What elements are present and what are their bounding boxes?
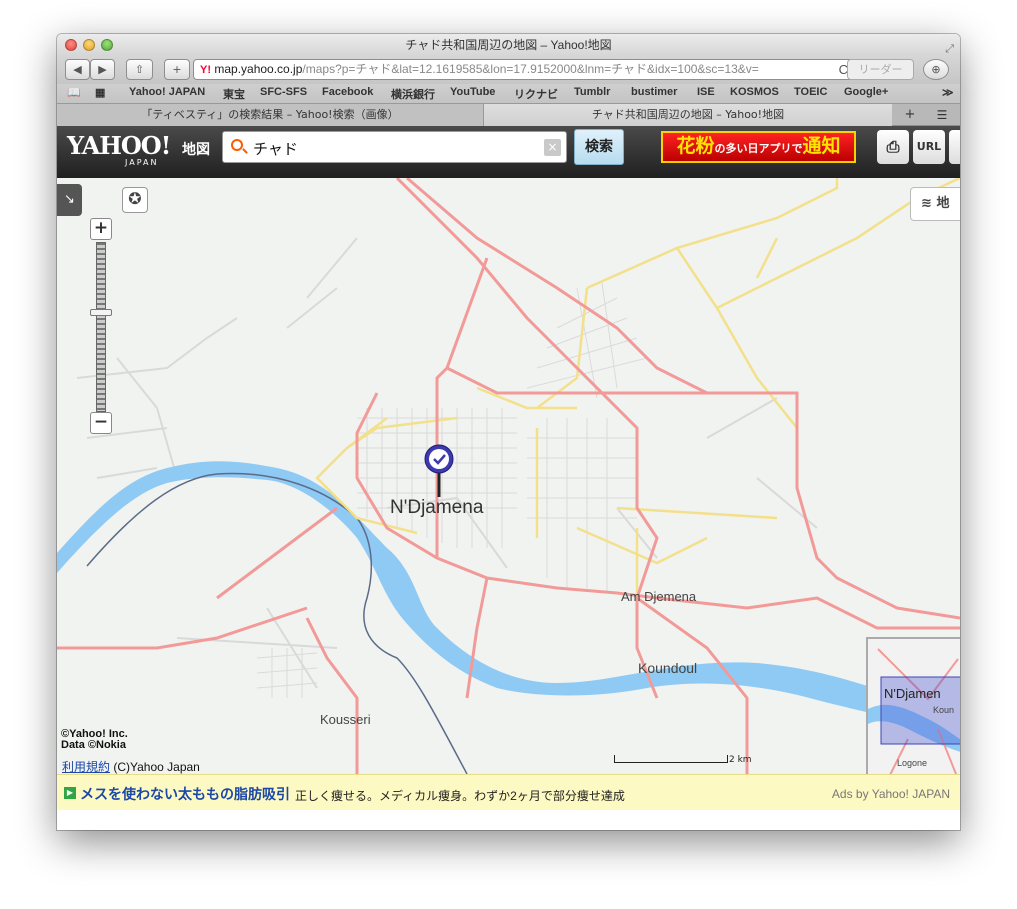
terms-rest: (C)Yahoo Japan <box>110 760 200 774</box>
window-controls <box>65 39 113 51</box>
new-tab-button[interactable]: + <box>164 59 190 80</box>
map-label-am-djemena: Am Djemena <box>621 589 697 604</box>
ad-bar: ▶ メスを使わない太ももの脂肪吸引 正しく痩せる。メディカル痩身。わずか2ヶ月で… <box>57 774 960 810</box>
tab-overview-icon[interactable]: ☰ <box>927 104 957 126</box>
map-graphics <box>57 178 960 774</box>
browser-window: チャド共和国周辺の地図 – Yahoo!地図 ⤢ ◀ ▶ ⇧ + Y! map.… <box>57 34 960 830</box>
ad-banner-main: 花粉 <box>676 135 715 157</box>
bookmark-item[interactable]: ISE <box>697 86 715 98</box>
site-favicon-icon: Y! <box>200 64 211 76</box>
ad-banner-small: の多い日アプリで <box>714 142 803 155</box>
scale-label: 2 km <box>729 755 752 765</box>
ad-banner-end: 通知 <box>802 135 841 157</box>
ad-description: 正しく痩せる。メディカル痩身。わずか2ヶ月で部分痩せ達成 <box>295 789 625 803</box>
search-icon <box>231 139 243 151</box>
bookmark-item[interactable]: KOSMOS <box>730 86 779 98</box>
more-button[interactable] <box>949 130 960 164</box>
close-window-button[interactable] <box>65 39 77 51</box>
bookmark-item[interactable]: Tumblr <box>574 86 610 98</box>
zoom-slider-knob[interactable] <box>90 308 112 316</box>
tab-bar: 「ティベスティ」の検索結果 – Yahoo!検索（画像） チャド共和国周辺の地図… <box>57 103 960 126</box>
ad-link[interactable]: メスを使わない太ももの脂肪吸引 <box>80 784 290 804</box>
minimap-label-logone: Logone <box>897 758 928 768</box>
yahoo-map-header: YAHOO! JAPAN 地図 チャド × 検索 花粉の多い日アプリで通知 ⎙ … <box>57 126 960 178</box>
bookmark-item[interactable]: 横浜銀行 <box>391 86 435 102</box>
share-button[interactable]: ⇧ <box>126 59 153 80</box>
map-copyright: ©Yahoo! Inc. Data ©Nokia <box>61 729 128 751</box>
browser-toolbar: ◀ ▶ ⇧ + Y! map.yahoo.co.jp/maps?p=チャド&la… <box>57 56 960 84</box>
bookmark-item[interactable]: TOEIC <box>794 86 827 98</box>
title-bar: チャド共和国周辺の地図 – Yahoo!地図 ⤢ <box>57 34 960 56</box>
reader-button[interactable]: リーダー <box>847 59 914 80</box>
overview-minimap[interactable]: N'Djamen Koun Logone <box>866 637 960 774</box>
layer-label: 地 <box>936 196 950 211</box>
bookmark-item[interactable]: bustimer <box>631 86 677 98</box>
url-path: /maps?p=チャド&lat=12.1619585&lon=17.915200… <box>302 62 759 76</box>
search-input[interactable]: チャド × <box>222 131 567 163</box>
downloads-button[interactable]: ⊕ <box>923 59 949 80</box>
ads-by-label[interactable]: Ads by Yahoo! JAPAN <box>832 787 950 801</box>
bookmark-item[interactable]: YouTube <box>450 86 495 98</box>
bookmark-item[interactable]: Yahoo! JAPAN <box>129 86 205 98</box>
terms-link[interactable]: 利用規約 <box>62 760 110 774</box>
terms-line: 利用規約 (C)Yahoo Japan <box>62 758 200 774</box>
yahoo-logo[interactable]: YAHOO! <box>67 134 171 158</box>
search-button[interactable]: 検索 <box>574 129 624 165</box>
bookmark-item[interactable]: リクナビ <box>514 86 558 102</box>
map-canvas[interactable]: N'Djamena Am Djemena Koundoul Kousseri ↘… <box>57 178 960 774</box>
river <box>57 461 960 728</box>
minimap-label-koun: Koun <box>933 705 955 715</box>
new-tab-plus-icon[interactable]: + <box>895 104 925 126</box>
zoom-slider-track[interactable] <box>96 242 106 412</box>
forward-button[interactable]: ▶ <box>90 59 115 80</box>
tab-image-search[interactable]: 「ティベスティ」の検索結果 – Yahoo!検索（画像） <box>57 104 484 126</box>
zoom-control: + − <box>88 218 114 436</box>
header-ad-banner[interactable]: 花粉の多い日アプリで通知 <box>661 131 856 163</box>
bookmark-item[interactable]: Facebook <box>322 86 373 98</box>
back-button[interactable]: ◀ <box>65 59 90 80</box>
ad-arrow-icon: ▶ <box>64 787 76 799</box>
window-title: チャド共和国周辺の地図 – Yahoo!地図 <box>405 38 612 52</box>
location-marker-icon <box>424 444 454 497</box>
bookmarks-overflow-icon[interactable]: ≫ <box>942 86 954 99</box>
map-label-ndjamena: N'Djamena <box>390 497 484 518</box>
zoom-in-button[interactable]: + <box>90 218 112 240</box>
service-label: 地図 <box>182 142 210 158</box>
bookmark-item[interactable]: Google+ <box>844 86 888 98</box>
clear-search-button[interactable]: × <box>544 139 561 156</box>
map-label-koundoul: Koundoul <box>638 660 698 676</box>
zoom-out-button[interactable]: − <box>90 412 112 434</box>
yahoo-logo-sub: JAPAN <box>125 158 159 167</box>
address-bar[interactable]: Y! map.yahoo.co.jp/maps?p=チャド&lat=12.161… <box>193 59 855 80</box>
layers-icon: ≋ <box>921 196 932 211</box>
bookmark-item[interactable]: 東宝 <box>223 86 245 102</box>
minor-roads-yellow <box>315 178 960 593</box>
url-button[interactable]: URL <box>913 130 945 164</box>
collapse-panel-icon[interactable]: ↘ <box>57 184 82 216</box>
compass-icon[interactable]: ✪ <box>122 187 148 213</box>
search-value: チャド <box>253 140 298 158</box>
bookmark-item[interactable]: SFC-SFS <box>260 86 307 98</box>
minimize-window-button[interactable] <box>83 39 95 51</box>
url-host: map.yahoo.co.jp <box>214 62 303 76</box>
grid-icon[interactable]: ▦ <box>95 86 106 99</box>
print-button[interactable]: ⎙ <box>877 130 909 164</box>
scale-bar <box>614 755 728 763</box>
layer-button[interactable]: ≋ 地 <box>910 187 960 221</box>
tab-yahoo-map[interactable]: チャド共和国周辺の地図 – Yahoo!地図 <box>484 104 892 126</box>
zoom-window-button[interactable] <box>101 39 113 51</box>
bookmarks-bar: 📖 ▦ Yahoo! JAPAN 東宝 SFC-SFS Facebook 横浜銀… <box>57 84 960 103</box>
book-icon[interactable]: 📖 <box>67 86 81 99</box>
map-label-kousseri: Kousseri <box>320 712 371 727</box>
copyright-line2: Data ©Nokia <box>61 739 126 751</box>
minimap-label-ndjamena: N'Djamen <box>884 686 941 701</box>
